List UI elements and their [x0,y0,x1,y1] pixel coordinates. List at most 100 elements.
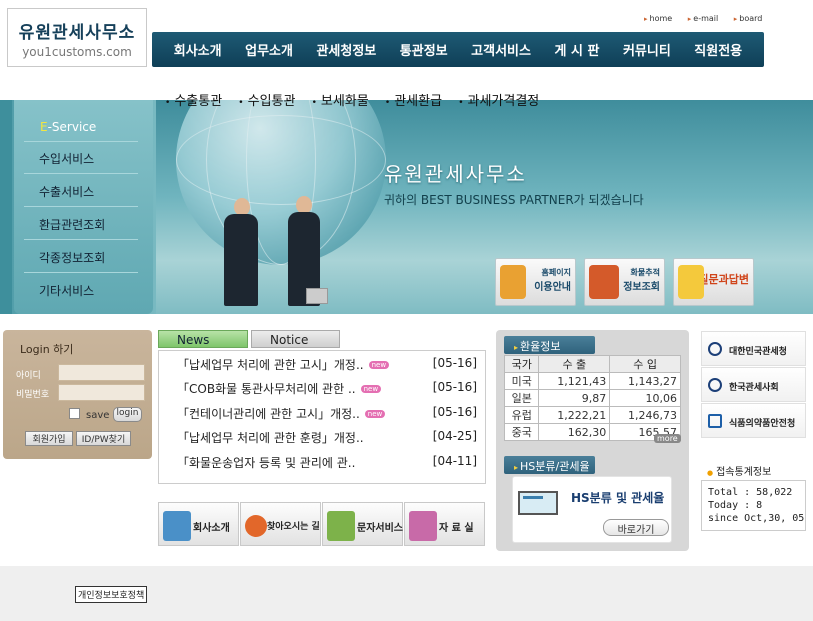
nav-item-board[interactable]: 게 시 판 [554,40,599,59]
news-title: 「납세업무 처리에 관한 훈령」개정.. [177,431,364,445]
nav-item-community[interactable]: 커뮤니티 [623,40,671,59]
import-rate: 1,143,27 [609,372,681,390]
export-rate: 9,87 [538,389,611,407]
top-links: home e-mail board [644,14,775,23]
magnifier-icon [500,265,526,299]
eservice-item-info[interactable]: 각종정보조회 [39,249,105,266]
nav-item-staff[interactable]: 직원전용 [694,40,742,59]
briefcase [306,288,328,304]
businessman-left [224,214,258,306]
subnav-refund[interactable]: 관세환급 [385,94,442,109]
banner-title: 유원관세사무소 [384,162,527,186]
qna-button[interactable]: 질문과답변 [673,258,754,306]
subnav-bonded[interactable]: 보세화물 [312,94,369,109]
board-link[interactable]: board [734,14,763,23]
org-name: 대한민국관세청 [729,347,787,357]
nav-item-business[interactable]: 업무소개 [245,40,293,59]
login-title: Login 하기 [20,343,74,356]
customs-emblem-icon [708,342,722,356]
bus-icon [245,515,267,537]
truck-icon [589,265,619,299]
login-box: Login 하기 아이디 비밀번호 save login 회원가입 ID/PW찾… [3,330,152,459]
privacy-policy-link[interactable]: 개인정보보호정책 [75,586,148,603]
login-button[interactable]: login [113,407,142,422]
company-intro-button[interactable]: 회사소개 [158,502,239,546]
nav-item-company[interactable]: 회사소개 [174,40,222,59]
id-label: 아이디 [16,371,41,381]
link-kfda[interactable]: 식품의약품안전청 [701,403,806,438]
table-row: 일본 9,87 10,06 [503,389,681,407]
col-country: 국가 [503,355,540,373]
site-logo[interactable]: 유원관세사무소 you1customs.com [7,8,147,67]
nav-item-customs-info[interactable]: 관세청정보 [316,40,376,59]
hs-go-button[interactable]: 바로가기 [603,519,669,536]
directions-button[interactable]: 찾아오시는 길 [240,502,321,546]
new-badge: new [364,410,386,418]
join-button[interactable]: 회원가입 [25,431,73,446]
eservice-item-other[interactable]: 기타서비스 [39,282,94,299]
country: 미국 [503,372,540,390]
globe-graphic [176,100,386,265]
exchange-panel: 환율정보 국가 수 출 수 입 미국 1,121,43 1,143,27 일본 … [496,330,689,551]
more-button[interactable]: more [654,434,681,443]
monitor-icon [518,491,558,515]
link-korea-customs[interactable]: 대한민국관세청 [701,331,806,366]
import-rate: 1,246,73 [609,406,681,424]
pen-icon [327,511,355,541]
tab-news[interactable]: News [158,330,248,348]
subnav-valuation[interactable]: 과세가격결정 [458,94,539,109]
save-label: save [86,410,110,421]
folder-icon [409,511,437,541]
kfda-logo-icon [708,414,722,428]
eservice-item-refund[interactable]: 환급관련조회 [39,216,105,233]
link-customs-association[interactable]: 한국관세사회 [701,367,806,402]
country: 중국 [503,423,540,441]
eservice-item-import[interactable]: 수입서비스 [39,150,94,167]
association-emblem-icon [708,378,722,392]
hs-box[interactable]: HS분류 및 관세율 바로가기 [512,476,672,543]
sms-service-button[interactable]: 문자서비스 [322,502,403,546]
news-list: 「납세업무 처리에 관한 고시」개정.. new [05-16] 「COB화물 통… [158,350,486,484]
usage-guide-button[interactable]: 홈페이지 이용안내 [495,258,576,306]
banner-subtitle: 귀하의 BEST BUSINESS PARTNER가 되겠습니다 [384,193,644,207]
new-badge: new [360,385,382,393]
building-icon [163,511,191,541]
subnav-import[interactable]: 수입통관 [238,94,295,109]
logo-english: you1customs.com [22,45,132,59]
table-row: 미국 1,121,43 1,143,27 [503,372,681,390]
export-rate: 162,30 [538,423,611,441]
eservice-title-e: E [40,120,48,134]
nav-item-clearance-info[interactable]: 통관정보 [400,40,448,59]
eservice-title-rest: -Service [47,120,97,134]
stats-total: Total : 58,022 [708,487,793,498]
hs-box-title: HS분류 및 관세율 [571,491,665,505]
password-input[interactable] [58,384,145,401]
eservice-menu: E-Service 수입서비스 수출서비스 환급관련조회 각종정보조회 기타서비… [14,100,153,314]
export-rate: 1,121,43 [538,372,611,390]
news-date: [05-16] [432,380,477,394]
org-name: 식품의약품안전청 [729,419,796,429]
news-date: [04-11] [432,454,477,468]
tab-notice[interactable]: Notice [251,330,340,348]
lamp-icon [678,265,704,299]
news-title: 「컨테이너관리에 관한 고시」개정.. [177,407,360,421]
save-checkbox[interactable] [69,408,80,419]
news-date: [05-16] [432,356,477,370]
hs-title: HS분류/관세율 [504,456,595,474]
sms-service-label: 문자서비스 [357,523,403,534]
cargo-tracking-button[interactable]: 화물추적 정보조회 [584,258,665,306]
main-nav: 회사소개 업무소개 관세청정보 통관정보 고객서비스 게 시 판 커뮤니티 직원… [152,32,764,67]
eservice-item-export[interactable]: 수출서비스 [39,183,94,200]
stats-today: Today : 8 [708,500,763,511]
home-link[interactable]: home [644,14,672,23]
col-export: 수 출 [538,355,611,373]
find-id-pw-button[interactable]: ID/PW찾기 [76,431,131,446]
country: 일본 [503,389,540,407]
pw-label: 비밀번호 [16,390,50,400]
email-link[interactable]: e-mail [688,14,718,23]
subnav-export[interactable]: 수출통관 [165,94,222,109]
id-input[interactable] [58,364,145,381]
logo-korean: 유원관세사무소 [18,23,136,43]
archive-button[interactable]: 자 료 실 [404,502,485,546]
nav-item-customer-service[interactable]: 고객서비스 [471,40,531,59]
